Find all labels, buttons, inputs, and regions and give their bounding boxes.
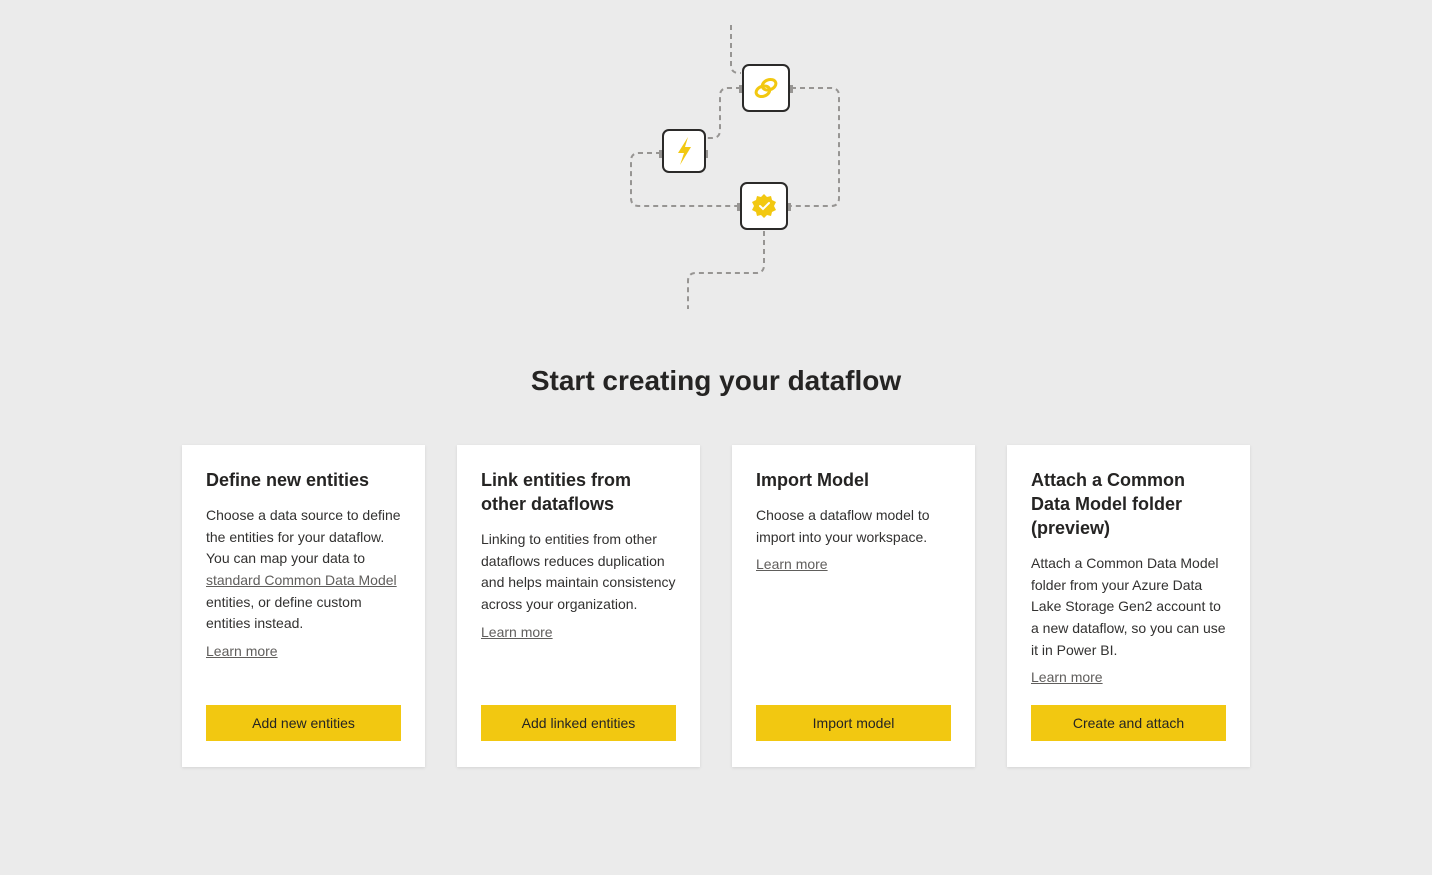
card-import-model: Import Model Choose a dataflow model to … (732, 445, 975, 767)
card-title: Link entities from other dataflows (481, 469, 676, 517)
learn-more-link[interactable]: Learn more (1031, 669, 1226, 685)
card-link-entities: Link entities from other dataflows Linki… (457, 445, 700, 767)
cards-row: Define new entities Choose a data source… (182, 445, 1250, 767)
add-linked-entities-button[interactable]: Add linked entities (481, 705, 676, 741)
hero-illustration (576, 25, 856, 315)
card-description: Choose a dataflow model to import into y… (756, 505, 951, 548)
card-description: Choose a data source to define the entit… (206, 505, 401, 635)
learn-more-link[interactable]: Learn more (206, 643, 401, 659)
learn-more-link[interactable]: Learn more (756, 556, 951, 572)
create-and-attach-button[interactable]: Create and attach (1031, 705, 1226, 741)
card-description: Attach a Common Data Model folder from y… (1031, 553, 1226, 661)
import-model-button[interactable]: Import model (756, 705, 951, 741)
card-title: Import Model (756, 469, 951, 493)
card-define-new-entities: Define new entities Choose a data source… (182, 445, 425, 767)
card-title: Define new entities (206, 469, 401, 493)
card-description: Linking to entities from other dataflows… (481, 529, 676, 616)
add-new-entities-button[interactable]: Add new entities (206, 705, 401, 741)
page-title: Start creating your dataflow (531, 365, 901, 397)
card-attach-cdm-folder: Attach a Common Data Model folder (previ… (1007, 445, 1250, 767)
standard-cdm-link[interactable]: standard Common Data Model (206, 572, 397, 588)
card-title: Attach a Common Data Model folder (previ… (1031, 469, 1226, 541)
learn-more-link[interactable]: Learn more (481, 624, 676, 640)
